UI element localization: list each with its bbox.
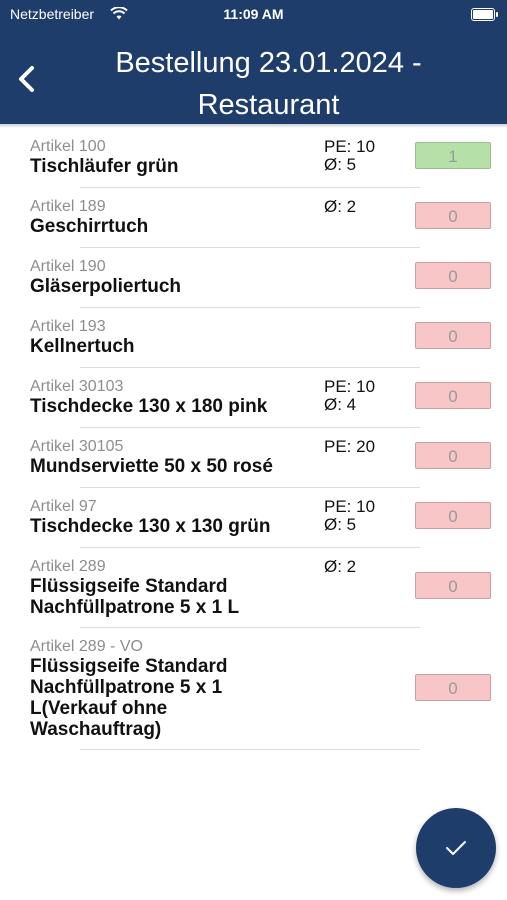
article-name: Mundserviette 50 x 50 rosé bbox=[30, 456, 273, 477]
confirm-order-button[interactable] bbox=[416, 808, 496, 888]
list-item: Artikel 289 Flüssigseife Standard Nachfü… bbox=[0, 548, 507, 628]
article-name: Tischläufer grün bbox=[30, 156, 179, 177]
avg-value: Ø: 2 bbox=[324, 197, 357, 216]
quantity-field[interactable]: 0 bbox=[415, 262, 491, 289]
list-item: Artikel 190 Gläserpoliertuch 0 bbox=[0, 248, 507, 308]
article-number: Artikel 100 bbox=[30, 138, 106, 155]
pe-value: PE: 20 bbox=[324, 437, 376, 456]
status-time: 11:09 AM bbox=[223, 6, 284, 22]
battery-icon bbox=[471, 8, 498, 21]
article-pe-avg: PE: 10 Ø: 4 bbox=[324, 378, 375, 414]
pe-value: PE: 10 bbox=[324, 377, 376, 396]
checkmark-icon bbox=[446, 841, 466, 855]
article-name: Gläserpoliertuch bbox=[30, 276, 181, 297]
list-item: Artikel 30105 Mundserviette 50 x 50 rosé… bbox=[0, 428, 507, 488]
avg-value: Ø: 5 bbox=[324, 155, 357, 174]
app-header: Netzbetreiber 11:09 AM Bestellung 23.01.… bbox=[0, 0, 507, 124]
quantity-field[interactable]: 0 bbox=[415, 572, 491, 599]
article-number: Artikel 97 bbox=[30, 498, 97, 515]
back-button[interactable] bbox=[14, 62, 42, 98]
list-item: Artikel 289 - VO Flüssigseife Standard N… bbox=[0, 628, 507, 750]
article-name: Geschirrtuch bbox=[30, 216, 149, 237]
quantity-field[interactable]: 0 bbox=[415, 202, 491, 229]
article-number: Artikel 190 bbox=[30, 258, 106, 275]
avg-value: Ø: 5 bbox=[324, 515, 357, 534]
article-name: Flüssigseife Standard Nachfüllpatrone 5 … bbox=[30, 576, 240, 618]
article-name: Tischdecke 130 x 130 grün bbox=[30, 516, 271, 537]
article-name: Kellnertuch bbox=[30, 336, 135, 357]
article-pe-avg: PE: 10 Ø: 5 bbox=[324, 498, 375, 534]
chevron-left-icon bbox=[19, 66, 34, 92]
list-item: Artikel 189 Geschirrtuch Ø: 2 0 bbox=[0, 188, 507, 248]
page-title: Bestellung 23.01.2024 - Restaurant bbox=[115, 47, 422, 121]
quantity-field[interactable]: 0 bbox=[415, 442, 491, 469]
article-list: Artikel 100 Tischläufer grün PE: 10 Ø: 5 … bbox=[0, 128, 507, 750]
list-item: Artikel 100 Tischläufer grün PE: 10 Ø: 5 … bbox=[0, 128, 507, 188]
article-pe-avg: Ø: 2 bbox=[324, 558, 356, 576]
article-pe-avg: PE: 10 Ø: 5 bbox=[324, 138, 375, 174]
article-number: Artikel 289 - VO bbox=[30, 638, 143, 655]
article-number: Artikel 189 bbox=[30, 198, 106, 215]
quantity-field[interactable]: 0 bbox=[415, 674, 491, 701]
article-pe-avg: Ø: 2 bbox=[324, 198, 356, 216]
divider bbox=[80, 749, 420, 750]
quantity-field[interactable]: 1 bbox=[415, 142, 491, 169]
list-item: Artikel 193 Kellnertuch 0 bbox=[0, 308, 507, 368]
avg-value: Ø: 4 bbox=[324, 395, 357, 414]
article-number: Artikel 289 bbox=[30, 558, 106, 575]
pe-value: PE: 10 bbox=[324, 137, 376, 156]
article-number: Artikel 193 bbox=[30, 318, 106, 335]
article-number: Artikel 30103 bbox=[30, 378, 124, 395]
list-item: Artikel 30103 Tischdecke 130 x 180 pink … bbox=[0, 368, 507, 428]
article-name: Flüssigseife Standard Nachfüllpatrone 5 … bbox=[30, 656, 228, 740]
quantity-field[interactable]: 0 bbox=[415, 382, 491, 409]
list-item: Artikel 97 Tischdecke 130 x 130 grün PE:… bbox=[0, 488, 507, 548]
article-pe-avg: PE: 20 bbox=[324, 438, 375, 456]
quantity-field[interactable]: 0 bbox=[415, 502, 491, 529]
article-number: Artikel 30105 bbox=[30, 438, 124, 455]
article-name: Tischdecke 130 x 180 pink bbox=[30, 396, 268, 417]
pe-value: PE: 10 bbox=[324, 497, 376, 516]
avg-value: Ø: 2 bbox=[324, 557, 357, 576]
status-bar: Netzbetreiber 11:09 AM bbox=[0, 6, 507, 24]
quantity-field[interactable]: 0 bbox=[415, 322, 491, 349]
